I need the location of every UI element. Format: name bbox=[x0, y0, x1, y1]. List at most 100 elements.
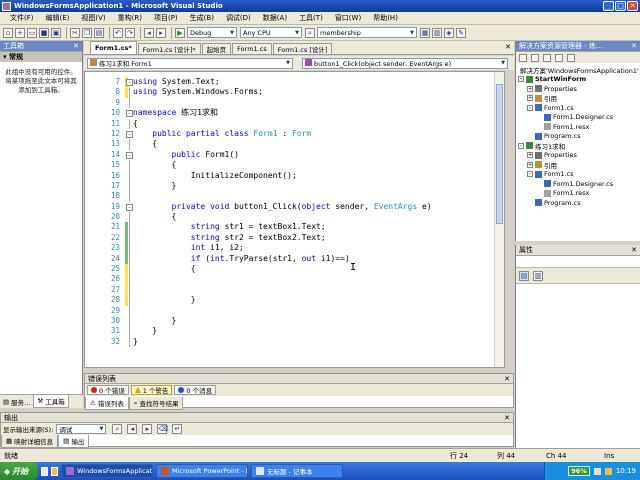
find-message-icon[interactable]: ⌕ bbox=[112, 424, 123, 434]
tray-icon[interactable] bbox=[604, 467, 612, 475]
close-icon[interactable]: ✕ bbox=[504, 375, 510, 383]
expand-icon[interactable]: + bbox=[527, 152, 533, 159]
code-line[interactable] bbox=[133, 285, 504, 295]
code-line[interactable]: } bbox=[133, 337, 504, 347]
collapse-icon[interactable]: - bbox=[518, 76, 524, 83]
view-designer-icon[interactable] bbox=[567, 53, 575, 62]
collapse-region-icon[interactable]: - bbox=[126, 203, 133, 211]
cpu-usage-badge[interactable]: 96% bbox=[568, 466, 590, 476]
warnings-filter-button[interactable]: 1 个警告 bbox=[130, 385, 173, 395]
object-browser-icon[interactable]: ◈ bbox=[444, 27, 454, 38]
code-line[interactable]: public Form1() bbox=[133, 150, 504, 160]
document-tab[interactable]: Form1.cs [设计] bbox=[272, 43, 333, 54]
code-line[interactable]: using System.Windows.Forms; bbox=[133, 87, 504, 97]
solution-tree-item[interactable]: Form1.resx bbox=[518, 122, 638, 132]
solution-platform-select[interactable]: Any CPU ▼ bbox=[240, 27, 302, 38]
solution-tree-item[interactable]: - StartWinForm bbox=[518, 75, 638, 85]
document-tab[interactable]: Form1.cs* bbox=[90, 41, 137, 54]
code-line[interactable]: { bbox=[133, 160, 504, 170]
properties-window-icon[interactable]: ▥ bbox=[432, 27, 442, 38]
solution-tree-item[interactable]: 解决方案'WindowsFormsApplication1' bbox=[518, 65, 639, 75]
word-wrap-icon[interactable]: ↵ bbox=[172, 424, 183, 434]
code-line[interactable]: InitializeComponent(); bbox=[133, 171, 504, 181]
solution-tree-item[interactable]: + Properties bbox=[518, 151, 638, 161]
scrollbar-thumb[interactable] bbox=[496, 84, 503, 224]
close-button[interactable]: ✕ bbox=[627, 1, 638, 11]
code-line[interactable] bbox=[133, 191, 504, 201]
code-line[interactable] bbox=[133, 274, 504, 284]
collapse-icon[interactable]: - bbox=[518, 142, 524, 149]
menu-item[interactable]: 生成(B) bbox=[184, 13, 220, 23]
menu-item[interactable]: 窗口(W) bbox=[329, 13, 367, 23]
save-all-icon[interactable]: ▣ bbox=[51, 27, 61, 38]
close-document-icon[interactable]: ✕ bbox=[505, 43, 511, 51]
quick-launch-icon[interactable] bbox=[41, 466, 48, 476]
editor-vertical-scrollbar[interactable] bbox=[494, 72, 504, 367]
menu-item[interactable]: 帮助(H) bbox=[367, 13, 404, 23]
type-dropdown[interactable]: 练习1求和.Form1 ▼ bbox=[87, 57, 293, 69]
close-icon[interactable]: ✕ bbox=[631, 246, 637, 254]
paste-icon[interactable]: ▤ bbox=[94, 27, 104, 38]
code-line[interactable]: } bbox=[133, 181, 504, 191]
previous-message-icon[interactable]: ◂ bbox=[127, 424, 138, 434]
solution-configuration-select[interactable]: Debug ▼ bbox=[187, 27, 237, 38]
code-line[interactable]: } bbox=[133, 326, 504, 336]
menu-item[interactable]: 文件(F) bbox=[4, 13, 40, 23]
open-file-icon[interactable]: ▭ bbox=[27, 27, 37, 38]
toolbox-group-general[interactable]: ▾ 常规 bbox=[0, 52, 82, 62]
show-all-files-icon[interactable] bbox=[531, 53, 539, 62]
code-line[interactable]: { bbox=[133, 264, 504, 274]
find-combo[interactable]: membership ▼ bbox=[317, 27, 417, 38]
solution-tree-item[interactable]: - 练习1求和 bbox=[518, 141, 638, 151]
refresh-icon[interactable] bbox=[543, 53, 551, 62]
view-code-icon[interactable] bbox=[555, 53, 563, 62]
new-project-icon[interactable]: ▫ bbox=[3, 27, 13, 38]
code-line[interactable]: { bbox=[133, 212, 504, 222]
menu-item[interactable]: 工具(T) bbox=[293, 13, 329, 23]
solution-tree-item[interactable]: + 引用 bbox=[518, 160, 638, 170]
taskbar-button-powerpoint[interactable]: Microsoft PowerPoint - [... bbox=[156, 464, 248, 478]
close-icon[interactable]: ✕ bbox=[73, 42, 79, 50]
code-line[interactable]: } bbox=[133, 316, 504, 326]
messages-filter-button[interactable]: 0 个消息 bbox=[174, 385, 217, 395]
output-source-select[interactable]: 调试 ▼ bbox=[56, 424, 107, 434]
solution-tree-item[interactable]: + 引用 bbox=[518, 94, 638, 103]
document-tab[interactable]: Form1.cs bbox=[232, 43, 272, 54]
expand-icon[interactable]: + bbox=[527, 85, 533, 92]
collapse-region-icon[interactable]: - bbox=[126, 110, 133, 118]
redo-icon[interactable]: ↷ bbox=[125, 27, 135, 38]
code-line[interactable]: namespace 练习1求和 bbox=[133, 108, 504, 118]
code-text-area[interactable]: using System.Text; using System.Windows.F… bbox=[133, 77, 504, 347]
code-line[interactable]: using System.Text; bbox=[133, 77, 504, 87]
code-line[interactable] bbox=[133, 306, 504, 316]
solution-tree-item[interactable]: + Properties bbox=[518, 84, 638, 94]
collapse-region-icon[interactable]: - bbox=[126, 79, 133, 86]
collapse-icon[interactable]: - bbox=[527, 171, 533, 178]
code-line[interactable]: int i1, i2; bbox=[133, 243, 504, 253]
solution-explorer-icon[interactable]: ▦ bbox=[420, 27, 430, 38]
menu-item[interactable]: 调试(D) bbox=[220, 13, 257, 23]
solution-tree-item[interactable]: Form1.Designer.cs bbox=[518, 179, 638, 189]
categorized-icon[interactable]: ▤ bbox=[519, 270, 529, 281]
code-line[interactable]: string str1 = textBox1.Text; bbox=[133, 222, 504, 232]
tab-mapping-details[interactable]: ▦ 映射详细信息 bbox=[1, 435, 59, 448]
clear-all-icon[interactable]: ⌫ bbox=[157, 424, 168, 434]
expand-icon[interactable]: + bbox=[527, 95, 533, 102]
close-icon[interactable]: ✕ bbox=[504, 414, 510, 422]
cut-icon[interactable]: ✂ bbox=[70, 27, 80, 38]
code-line[interactable]: private void button1_Click(object sender… bbox=[133, 202, 504, 212]
solution-tree-item[interactable]: - Form1.cs bbox=[518, 103, 638, 113]
menu-item[interactable]: 项目(P) bbox=[148, 13, 184, 23]
collapse-icon[interactable]: - bbox=[527, 104, 533, 111]
solution-tree-item[interactable]: - Form1.cs bbox=[518, 170, 638, 180]
code-line[interactable]: { bbox=[133, 139, 504, 149]
solution-tree-item[interactable]: Program.cs bbox=[518, 132, 638, 142]
expand-icon[interactable]: + bbox=[527, 161, 533, 168]
alphabetical-icon[interactable]: ▥ bbox=[533, 270, 543, 281]
code-editor[interactable]: 7 8 9 10 11 12 13 14 15 16 17 18 19 20 21 22 23 24 25 26 27 2… bbox=[84, 71, 505, 368]
tab-server-explorer[interactable]: ▤ 服务... bbox=[0, 395, 33, 408]
undo-icon[interactable]: ↶ bbox=[113, 27, 123, 38]
minimize-button[interactable]: _ bbox=[603, 1, 614, 11]
tab-toolbox[interactable]: ⚒ 工具箱 bbox=[33, 395, 69, 408]
menu-item[interactable]: 重构(R) bbox=[112, 13, 148, 23]
